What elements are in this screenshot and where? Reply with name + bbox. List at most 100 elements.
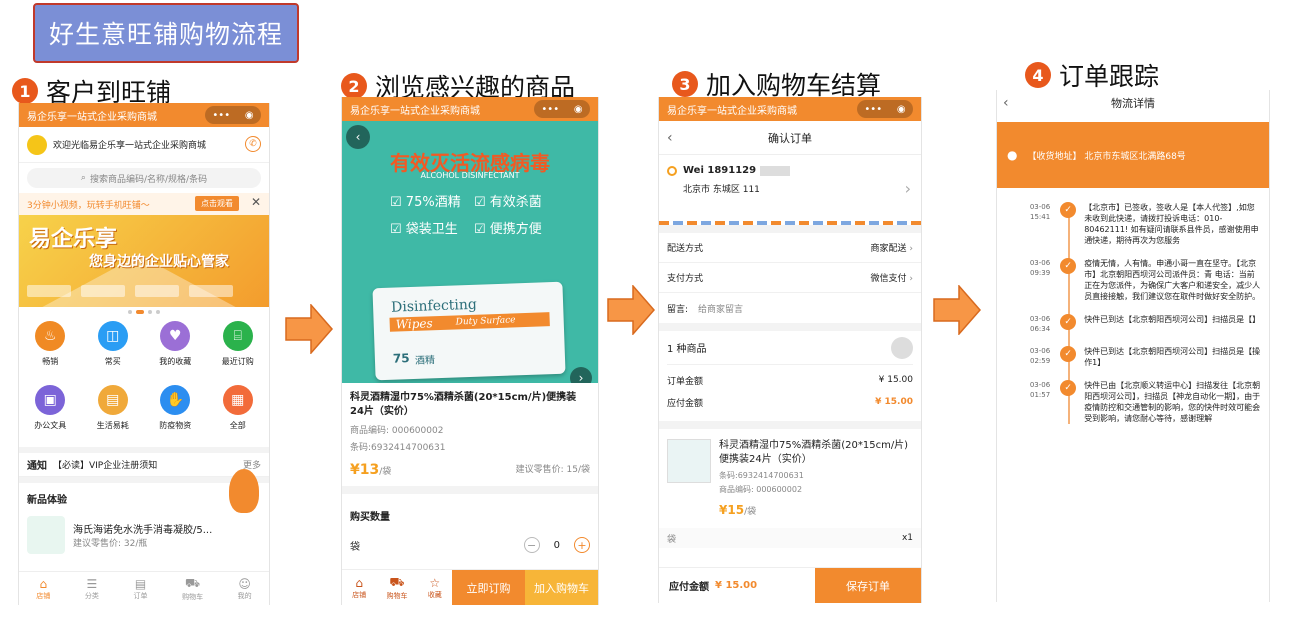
promo-watch-button[interactable]: 点击观看 xyxy=(195,196,239,211)
purchase-nav-item[interactable]: ⛟ 购物车 xyxy=(386,575,407,601)
phone-confirm-order: 易企乐享一站式企业采购商城 ••• ◉ ‹ 确认订单 Wei 1891129 北京… xyxy=(658,97,922,603)
pager-dot[interactable] xyxy=(148,310,152,314)
event-time: 06:34 xyxy=(1030,325,1051,333)
address-card[interactable]: Wei 1891129 北京市 东城区 111 › xyxy=(659,155,921,221)
close-target-icon[interactable]: ◉ xyxy=(574,104,583,115)
more-icon[interactable]: ••• xyxy=(541,104,559,115)
back-arrow-icon[interactable]: ‹ xyxy=(1003,95,1009,111)
nav-item[interactable]: ⛟ 购物车 xyxy=(182,576,203,602)
hero-checklist: ☑ 75%酒精 ☑ 有效杀菌 ☑ 袋装卫生 ☑ 便携方便 xyxy=(390,191,558,237)
pager-dot[interactable] xyxy=(128,310,132,314)
product-thumb-icon[interactable] xyxy=(891,336,913,359)
app-bar: 易企乐享一站式企业采购商城 ••• ◉ xyxy=(659,97,921,121)
category-item[interactable]: ♨ 畅销 xyxy=(19,321,82,379)
home-banner[interactable]: 易企乐享 您身边的企业贴心管家 xyxy=(19,215,269,307)
payment-method-row[interactable]: 支付方式 微信支付 › xyxy=(659,263,921,293)
nav-label: 分类 xyxy=(84,591,99,600)
purchase-bar-nav: ⌂ 店铺 ⛟ 购物车 ☆ 收藏 xyxy=(342,575,452,601)
close-target-icon[interactable]: ◉ xyxy=(245,110,254,121)
memo-label: 留言: xyxy=(667,304,689,315)
payment-label: 支付方式 xyxy=(667,274,704,284)
category-item[interactable]: ▣ 办公文具 xyxy=(19,385,82,443)
plus-icon[interactable]: + xyxy=(574,537,590,553)
phone-call-icon[interactable]: ✆ xyxy=(245,136,261,152)
banner-subtitle: 您身边的企业贴心管家 xyxy=(89,254,229,270)
minus-icon[interactable]: − xyxy=(523,537,540,553)
receiver-name: Wei 1891129 xyxy=(683,165,757,176)
hero-check-item: ☑ 75%酒精 xyxy=(390,195,461,210)
product-barcode: 条码:6932414700631 xyxy=(350,443,446,453)
home-icon: ⌂ xyxy=(355,575,363,590)
check-circle-icon: ✓ xyxy=(1060,314,1077,330)
purchase-bar: ⌂ 店铺 ⛟ 购物车 ☆ 收藏 立即订购 加入购物车 xyxy=(342,569,598,605)
order-icon: ▤ xyxy=(134,576,147,591)
add-to-cart-button[interactable]: 加入购物车 xyxy=(525,569,598,605)
banner-tag xyxy=(189,285,233,297)
new-product-item[interactable]: 海氏海诺免水洗手消毒凝胶/5... 建议零售价: 32/瓶 xyxy=(27,516,261,554)
event-date: 03-06 xyxy=(1029,381,1051,389)
nav-item[interactable]: ☰ 分类 xyxy=(85,577,99,601)
quantity-value[interactable]: 0 xyxy=(554,540,560,551)
category-item[interactable]: ⌸ 最近订购 xyxy=(207,321,270,379)
memo-row: 留言: 给商家留言 xyxy=(659,293,921,323)
product-hero-image[interactable]: ‹ 有效灭活流感病毒 ALCOHOL DISINFECTANT ☑ 75%酒精 … xyxy=(342,121,598,383)
notice-bar[interactable]: 通知 【必读】VIP企业注册须知 更多 xyxy=(19,447,269,477)
phone-product-detail: 易企乐享一站式企业采购商城 ••• ◉ ‹ 有效灭活流感病毒 ALCOHOL DI… xyxy=(341,97,599,605)
hero-check-item: ☑ 便携方便 xyxy=(474,222,542,237)
close-icon[interactable]: ✕ xyxy=(251,195,261,209)
nav-item[interactable]: ⌂ 店铺 xyxy=(36,577,50,601)
mini-program-capsule[interactable]: ••• ◉ xyxy=(857,100,913,118)
pager-dot-active[interactable] xyxy=(136,310,144,314)
nav-item[interactable]: ☺ 我的 xyxy=(238,577,252,601)
pack-text-2: Wipes xyxy=(395,316,433,332)
event-date: 03-06 xyxy=(1029,347,1051,355)
order-product-card[interactable]: 科灵酒精湿巾75%酒精杀菌(20*15cm/片)便携装24片（实价） 条码:69… xyxy=(659,421,921,528)
delivery-method-row[interactable]: 配送方式 商家配送 › xyxy=(659,233,921,263)
notice-tag: 通知 xyxy=(27,461,47,472)
delivery-address-banner: ● 【收货地址】 北京市东城区北满路68号 xyxy=(997,122,1269,188)
pack-percent: 75 xyxy=(392,351,410,366)
location-pin-icon: ● xyxy=(1007,148,1018,162)
next-image-arrow-icon[interactable]: › xyxy=(570,367,592,383)
purchase-nav-label: 收藏 xyxy=(427,590,442,599)
category-item[interactable]: ♥ 我的收藏 xyxy=(144,321,207,379)
category-item[interactable]: ✋ 防疫物资 xyxy=(144,385,207,443)
heart-icon: ♥ xyxy=(160,321,191,351)
product-name: 科灵酒精湿巾75%酒精杀菌(20*15cm/片)便携装24片（实价） xyxy=(350,392,577,417)
step-3-number: 3 xyxy=(672,71,698,97)
item-count-row: 1 种商品 xyxy=(667,331,913,365)
category-icon: ☰ xyxy=(86,576,98,591)
category-item[interactable]: ◫ 常买 xyxy=(82,321,145,379)
more-icon[interactable]: ••• xyxy=(864,104,882,115)
cart-icon: ⌸ xyxy=(222,321,253,351)
delivery-address: 【收货地址】 北京市东城区北满路68号 xyxy=(1027,151,1186,162)
memo-input[interactable]: 给商家留言 xyxy=(698,302,743,315)
more-icon[interactable]: ••• xyxy=(212,110,230,121)
buy-now-button[interactable]: 立即订购 xyxy=(452,569,525,605)
mini-program-capsule[interactable]: ••• ◉ xyxy=(205,106,261,124)
banner-tag xyxy=(135,285,179,297)
mini-program-capsule[interactable]: ••• ◉ xyxy=(534,100,590,118)
event-date: 03-06 xyxy=(1029,315,1051,323)
search-input[interactable]: ⌕ 搜索商品编码/名称/规格/条码 xyxy=(27,168,261,188)
purchase-nav-item[interactable]: ☆ 收藏 xyxy=(428,576,442,600)
event-text: 疫情无情，人有情。申通小哥一直在坚守。【北京市】北京朝阳西坝河公司派件员：青 电… xyxy=(1084,259,1261,301)
suggested-price: 建议零售价: 15/袋 xyxy=(515,465,590,475)
price-unit: /袋 xyxy=(379,467,392,477)
hero-check-text: 袋装卫生 xyxy=(405,222,458,237)
purchase-nav-item[interactable]: ⌂ 店铺 xyxy=(352,576,366,600)
close-target-icon[interactable]: ◉ xyxy=(897,104,906,115)
nav-item[interactable]: ▤ 订单 xyxy=(133,577,147,601)
mascot-badge-icon[interactable] xyxy=(229,469,259,513)
back-arrow-icon[interactable]: ‹ xyxy=(346,125,370,149)
footer-amount-label: 应付金额 xyxy=(669,582,709,593)
pager-dot[interactable] xyxy=(156,310,160,314)
category-item[interactable]: ▦ 全部 xyxy=(207,385,270,443)
search-area: ⌕ 搜索商品编码/名称/规格/条码 xyxy=(19,163,269,193)
back-arrow-icon[interactable]: ‹ xyxy=(667,130,673,146)
save-order-button[interactable]: 保存订单 xyxy=(815,567,921,603)
app-bar: 易企乐享一站式企业采购商城 ••• ◉ xyxy=(342,97,598,121)
quantity-row: 袋 − 0 + xyxy=(350,537,590,553)
category-item[interactable]: ▤ 生活易耗 xyxy=(82,385,145,443)
pay-amount-row: 应付金额 ¥ 15.00 xyxy=(667,391,913,413)
